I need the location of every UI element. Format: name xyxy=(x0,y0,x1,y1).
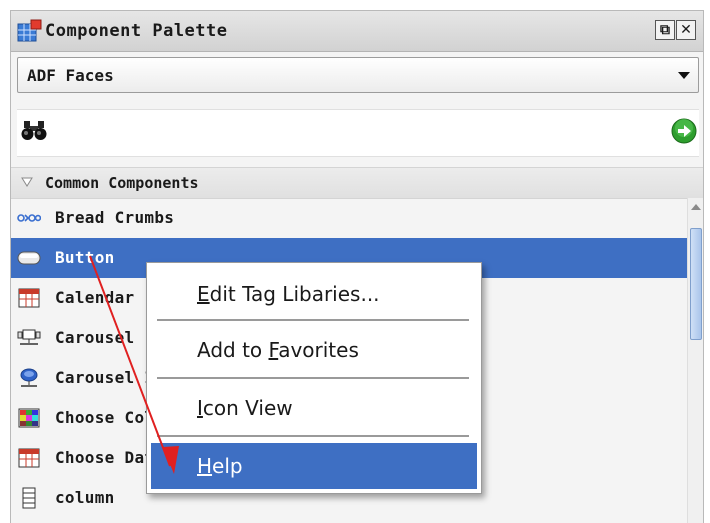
category-label: Common Components xyxy=(45,174,199,192)
search-input[interactable] xyxy=(53,114,669,152)
menu-item-label: Help xyxy=(197,454,243,478)
scrollbar-thumb[interactable] xyxy=(690,228,702,340)
category-common-components[interactable]: Common Components xyxy=(11,167,703,199)
scroll-up-arrow-icon[interactable] xyxy=(691,204,701,210)
green-arrow-go-icon[interactable] xyxy=(671,118,697,144)
item-label: Carousel xyxy=(55,328,135,347)
restore-button[interactable]: ⧉ xyxy=(655,20,675,40)
library-dropdown[interactable]: ADF Faces xyxy=(17,57,699,93)
item-label: column xyxy=(55,488,115,507)
list-item-bread-crumbs[interactable]: Bread Crumbs xyxy=(11,198,687,238)
choose-color-icon xyxy=(18,408,40,428)
menu-item-icon-view[interactable]: Icon View xyxy=(151,385,477,431)
item-label: Button xyxy=(55,248,115,267)
item-label: Bread Crumbs xyxy=(55,208,175,227)
carousel-icon xyxy=(17,329,41,345)
palette-grid-icon xyxy=(17,19,42,42)
binoculars-icon xyxy=(21,121,47,140)
dropdown-arrow-icon xyxy=(678,72,690,79)
item-label: Calendar xyxy=(55,288,135,307)
search-bar xyxy=(17,109,699,157)
close-button[interactable]: ✕ xyxy=(676,20,696,40)
calendar-icon xyxy=(18,288,40,308)
menu-item-label: Edit Tag Libaries... xyxy=(197,282,380,306)
context-menu: Edit Tag Libaries... Add to Favorites Ic… xyxy=(146,262,482,494)
menu-separator xyxy=(157,377,469,379)
menu-item-help[interactable]: Help xyxy=(151,443,477,489)
restore-icon: ⧉ xyxy=(660,22,670,38)
menu-separator xyxy=(157,319,469,321)
carousel-item-icon xyxy=(20,368,38,387)
menu-separator xyxy=(157,435,469,437)
breadcrumbs-icon xyxy=(17,214,41,222)
chevron-down-icon xyxy=(21,177,33,187)
menu-item-label: Icon View xyxy=(197,396,293,420)
menu-item-add-to-favorites[interactable]: Add to Favorites xyxy=(151,327,477,373)
column-icon xyxy=(22,487,36,509)
close-icon: ✕ xyxy=(680,22,692,38)
choose-date-icon xyxy=(18,448,40,468)
library-selected-value: ADF Faces xyxy=(27,66,114,85)
window-title: Component Palette xyxy=(45,21,228,41)
title-bar: Component Palette ⧉ ✕ xyxy=(11,11,703,52)
list-scrollbar[interactable] xyxy=(687,198,703,523)
menu-item-edit-tag-libraries[interactable]: Edit Tag Libaries... xyxy=(151,271,477,317)
button-icon xyxy=(17,251,41,265)
menu-item-label: Add to Favorites xyxy=(197,338,359,362)
